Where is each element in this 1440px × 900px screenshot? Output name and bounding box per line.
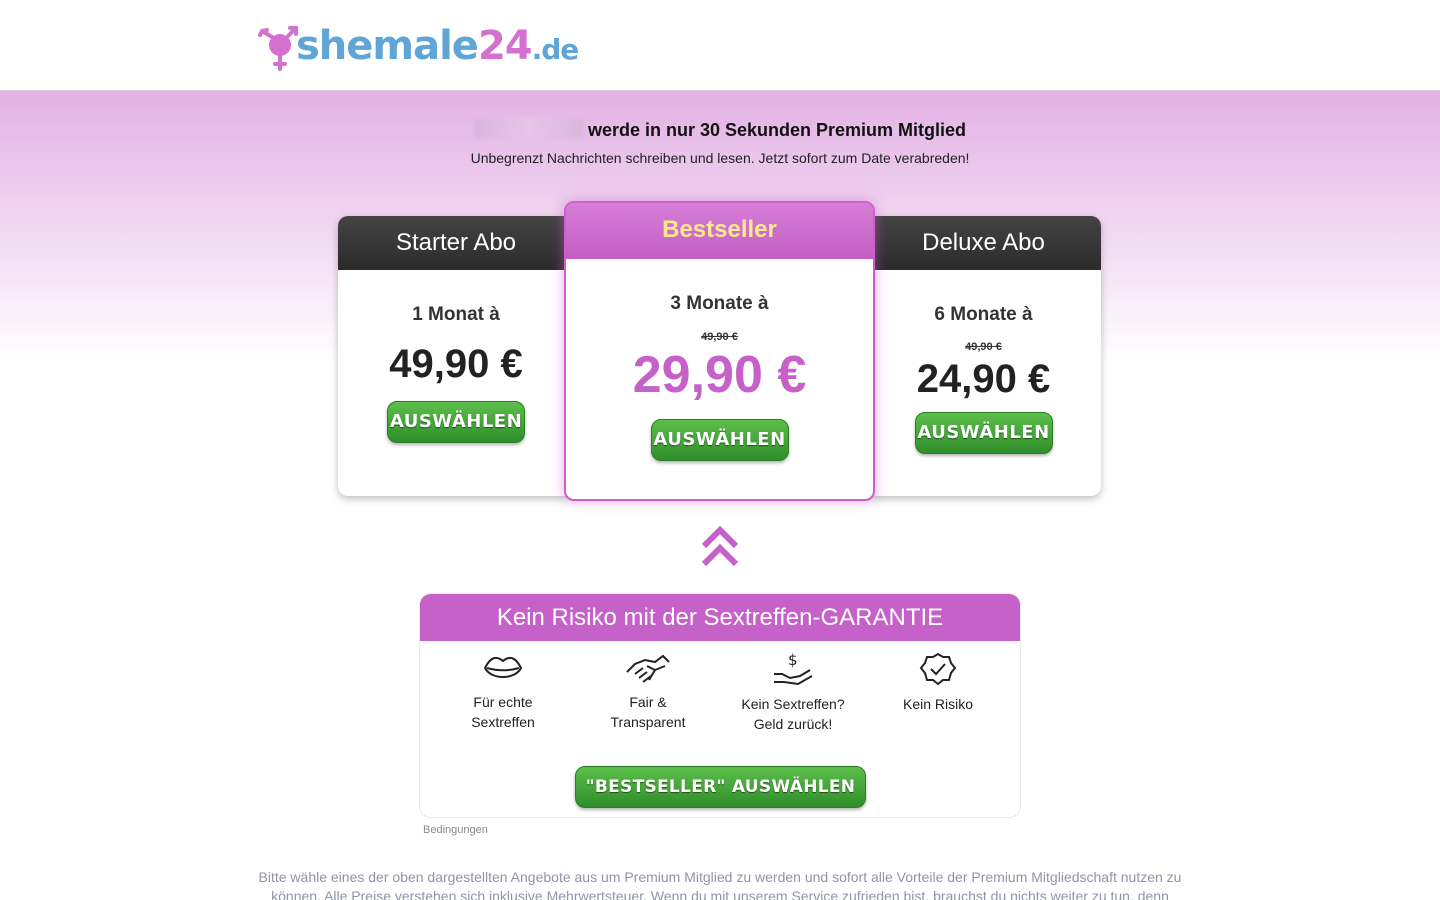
conditions-link[interactable]: Bedingungen <box>423 824 488 836</box>
select-deluxe-button[interactable]: AUSWÄHLEN <box>914 412 1053 454</box>
blurred-username <box>473 118 584 140</box>
logo-wordmark: shemale24.de <box>296 23 579 69</box>
plan-term: 1 Monat à <box>412 304 500 325</box>
lips-icon <box>483 656 523 678</box>
promo-subline: Unbegrenzt Nachrichten schreiben und les… <box>470 150 970 166</box>
feature-fair: Fair & Transparent <box>578 652 718 732</box>
plan-price: 29,90 € <box>632 346 807 404</box>
plan-card-deluxe: Deluxe Abo 6 Monate à 49,90 € 24,90 € AU… <box>866 216 1101 496</box>
promo-headline: werde in nur 30 Sekunden Premium Mitglie… <box>0 118 1440 141</box>
feature-no-risk: Kein Risiko <box>868 652 1008 714</box>
check-badge-icon <box>919 652 957 686</box>
feature-real-meetings: Für echte Sextreffen <box>433 652 573 732</box>
double-chevron-up-icon <box>701 525 739 567</box>
plan-term: 6 Monate à <box>934 304 1033 325</box>
select-starter-button[interactable]: AUSWÄHLEN <box>387 401 525 443</box>
site-logo[interactable]: shemale24.de <box>256 18 579 74</box>
plan-price: 49,90 € <box>389 342 523 386</box>
plan-title: Deluxe Abo <box>866 216 1101 270</box>
footer-info-text: Bitte wähle eines der oben dargestellten… <box>258 869 1182 900</box>
plan-title: Starter Abo <box>338 216 574 270</box>
svg-text:$: $ <box>788 652 798 669</box>
handshake-icon <box>626 654 670 683</box>
plan-price: 24,90 € <box>916 357 1051 401</box>
plan-old-price: 49,90 € <box>701 331 738 343</box>
select-bestseller-button[interactable]: AUSWÄHLEN <box>650 419 789 461</box>
plan-card-bestseller: Bestseller 3 Monate à 49,90 € 29,90 € AU… <box>564 201 875 501</box>
plan-term: 3 Monate à <box>670 293 769 314</box>
plan-card-starter: Starter Abo 1 Monat à 49,90 € AUSWÄHLEN <box>338 216 574 496</box>
feature-money-back: $ Kein Sextreffen? Geld zurück! <box>741 652 845 732</box>
money-back-hand-icon: $ <box>774 652 813 686</box>
plan-old-price: 49,90 € <box>965 341 1002 353</box>
guarantee-box: Kein Risiko mit der Sextreffen-GARANTIE … <box>419 593 1021 818</box>
site-header: shemale24.de <box>0 0 1440 91</box>
select-bestseller-main-button[interactable]: "BESTSELLER" AUSWÄHLEN <box>575 766 866 808</box>
guarantee-title: Kein Risiko mit der Sextreffen-GARANTIE <box>420 594 1020 641</box>
plan-title: Bestseller <box>566 203 873 259</box>
